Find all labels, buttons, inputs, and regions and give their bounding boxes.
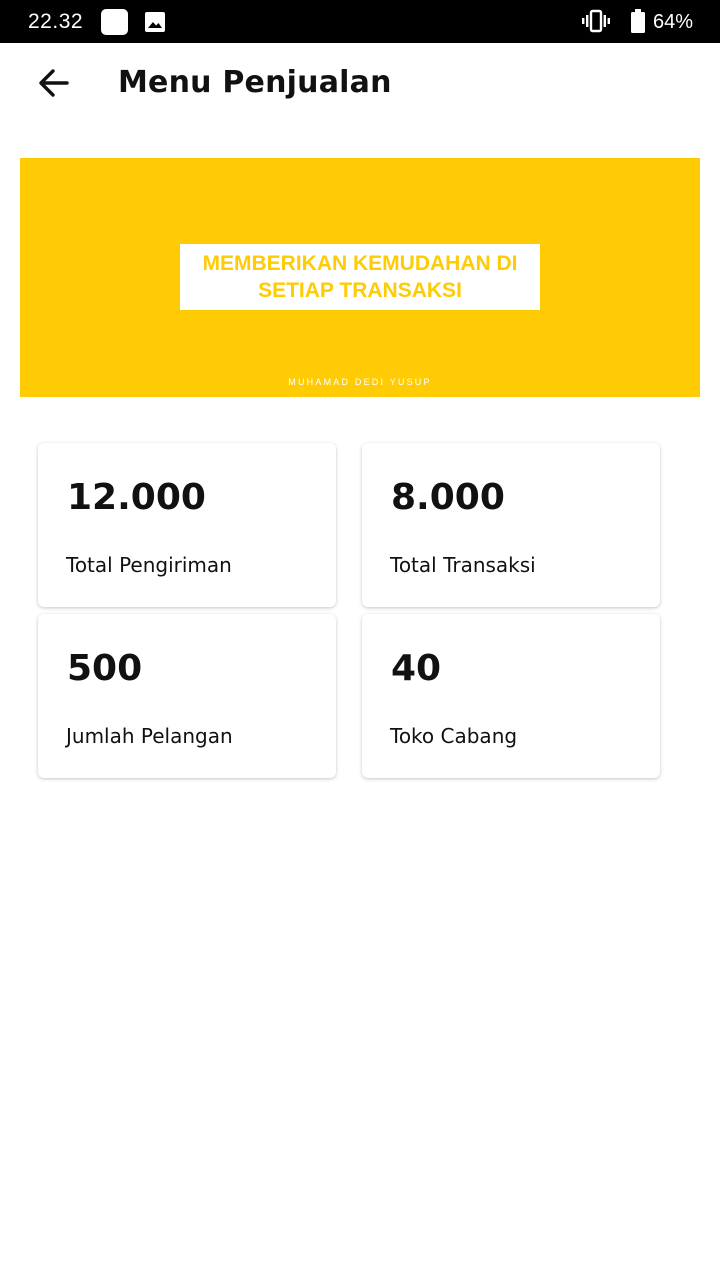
stat-label: Total Pengiriman	[66, 553, 232, 577]
back-button[interactable]	[30, 61, 78, 109]
image-icon	[143, 10, 167, 34]
stat-card-total-transaksi[interactable]: 8.000 Total Transaksi	[362, 443, 660, 607]
battery-percentage: 64%	[653, 11, 694, 33]
stat-value: 12.000	[67, 477, 206, 518]
vibrate-icon	[582, 9, 610, 33]
page-title: Menu Penjualan	[118, 65, 392, 100]
banner-headline-box: MEMBERIKAN KEMUDAHAN DI SETIAP TRANSAKSI	[180, 244, 540, 310]
status-time: 22.32	[28, 10, 84, 33]
stat-label: Toko Cabang	[390, 724, 518, 748]
stat-label: Jumlah Pelangan	[66, 724, 233, 748]
arrow-back-icon	[37, 68, 71, 102]
app-bar: Menu Penjualan	[0, 43, 720, 125]
notification-square-icon	[101, 9, 128, 35]
stat-card-total-pengiriman[interactable]: 12.000 Total Pengiriman	[38, 443, 336, 607]
stat-card-toko-cabang[interactable]: 40 Toko Cabang	[362, 614, 660, 778]
stat-card-jumlah-pelangan[interactable]: 500 Jumlah Pelangan	[38, 614, 336, 778]
stat-value: 500	[67, 648, 143, 689]
status-bar: 22.32 64%	[0, 0, 720, 43]
stat-label: Total Transaksi	[390, 553, 536, 577]
promo-banner: MEMBERIKAN KEMUDAHAN DI SETIAP TRANSAKSI…	[20, 158, 700, 397]
banner-headline: MEMBERIKAN KEMUDAHAN DI SETIAP TRANSAKSI	[202, 252, 518, 302]
stat-value: 40	[391, 648, 442, 689]
stat-value: 8.000	[391, 477, 505, 518]
battery-icon	[630, 9, 646, 34]
banner-credit: MUHAMAD DEDI YUSUP	[288, 377, 432, 387]
